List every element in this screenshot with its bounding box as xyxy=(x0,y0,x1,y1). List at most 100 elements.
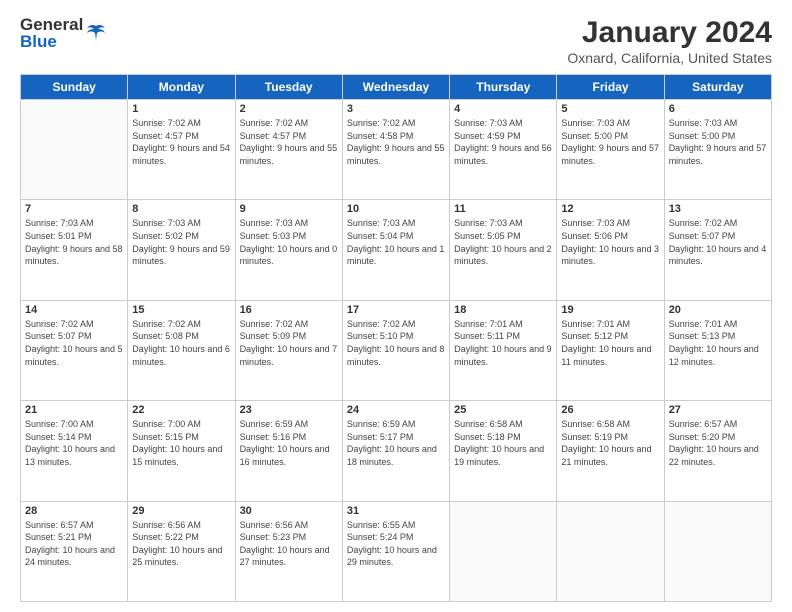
calendar-cell: 22 Sunrise: 7:00 AMSunset: 5:15 PMDayligh… xyxy=(128,401,235,501)
calendar-subtitle: Oxnard, California, United States xyxy=(567,50,772,66)
cell-info: Sunrise: 7:02 AMSunset: 4:58 PMDaylight:… xyxy=(347,117,445,167)
calendar-cell: 19Sunrise: 7:01 AMSunset: 5:12 PMDayligh… xyxy=(557,300,664,400)
calendar-cell xyxy=(21,100,128,200)
day-number: 24 xyxy=(347,404,445,416)
calendar-cell: 31 Sunrise: 6:55 AMSunset: 5:24 PMDayligh… xyxy=(342,501,449,601)
week-row-2: 14Sunrise: 7:02 AMSunset: 5:07 PMDayligh… xyxy=(21,300,772,400)
calendar-cell: 26Sunrise: 6:58 AMSunset: 5:19 PMDayligh… xyxy=(557,401,664,501)
header-saturday: Saturday xyxy=(664,75,771,100)
calendar-cell xyxy=(557,501,664,601)
day-number: 17 xyxy=(347,304,445,316)
day-number: 14 xyxy=(25,304,123,316)
week-row-4: 28 Sunrise: 6:57 AMSunset: 5:21 PMDayligh… xyxy=(21,501,772,601)
weekday-header-row: Sunday Monday Tuesday Wednesday Thursday… xyxy=(21,75,772,100)
calendar-cell: 2 Sunrise: 7:02 AMSunset: 4:57 PMDaylight… xyxy=(235,100,342,200)
calendar-cell: 21Sunrise: 7:00 AMSunset: 5:14 PMDayligh… xyxy=(21,401,128,501)
cell-info: Sunrise: 7:03 AMSunset: 4:59 PMDaylight:… xyxy=(454,117,552,167)
cell-info: Sunrise: 6:56 AMSunset: 5:23 PMDaylight:… xyxy=(240,519,338,569)
calendar-cell: 10 Sunrise: 7:03 AMSunset: 5:04 PMDayligh… xyxy=(342,200,449,300)
cell-info: Sunrise: 7:00 AMSunset: 5:15 PMDaylight:… xyxy=(132,418,230,468)
day-number: 4 xyxy=(454,103,552,115)
cell-info: Sunrise: 7:03 AMSunset: 5:03 PMDaylight:… xyxy=(240,217,338,267)
cell-info: Sunrise: 6:55 AMSunset: 5:24 PMDaylight:… xyxy=(347,519,445,569)
calendar-cell: 30 Sunrise: 6:56 AMSunset: 5:23 PMDayligh… xyxy=(235,501,342,601)
calendar-cell xyxy=(450,501,557,601)
cell-info: Sunrise: 6:57 AMSunset: 5:20 PMDaylight:… xyxy=(669,418,767,468)
header-friday: Friday xyxy=(557,75,664,100)
day-number: 2 xyxy=(240,103,338,115)
day-number: 1 xyxy=(132,103,230,115)
day-number: 6 xyxy=(669,103,767,115)
calendar-cell: 5 Sunrise: 7:03 AMSunset: 5:00 PMDaylight… xyxy=(557,100,664,200)
day-number: 16 xyxy=(240,304,338,316)
cell-info: Sunrise: 6:58 AMSunset: 5:18 PMDaylight:… xyxy=(454,418,552,468)
day-number: 13 xyxy=(669,203,767,215)
cell-info: Sunrise: 7:03 AMSunset: 5:00 PMDaylight:… xyxy=(561,117,659,167)
calendar-cell: 23Sunrise: 6:59 AMSunset: 5:16 PMDayligh… xyxy=(235,401,342,501)
cell-info: Sunrise: 6:56 AMSunset: 5:22 PMDaylight:… xyxy=(132,519,230,569)
cell-info: Sunrise: 6:59 AMSunset: 5:17 PMDaylight:… xyxy=(347,418,445,468)
week-row-0: 1 Sunrise: 7:02 AMSunset: 4:57 PMDaylight… xyxy=(21,100,772,200)
calendar-cell: 17Sunrise: 7:02 AMSunset: 5:10 PMDayligh… xyxy=(342,300,449,400)
logo: General Blue xyxy=(20,16,107,50)
week-row-3: 21Sunrise: 7:00 AMSunset: 5:14 PMDayligh… xyxy=(21,401,772,501)
calendar-cell: 6Sunrise: 7:03 AMSunset: 5:00 PMDaylight… xyxy=(664,100,771,200)
logo-bird-icon xyxy=(85,22,107,44)
cell-info: Sunrise: 7:01 AMSunset: 5:13 PMDaylight:… xyxy=(669,318,767,368)
cell-info: Sunrise: 6:59 AMSunset: 5:16 PMDaylight:… xyxy=(240,418,338,468)
day-number: 18 xyxy=(454,304,552,316)
calendar-title: January 2024 xyxy=(567,16,772,50)
logo-general: General xyxy=(20,16,83,33)
day-number: 9 xyxy=(240,203,338,215)
day-number: 20 xyxy=(669,304,767,316)
day-number: 7 xyxy=(25,203,123,215)
logo-blue: Blue xyxy=(20,33,83,50)
header-wednesday: Wednesday xyxy=(342,75,449,100)
day-number: 31 xyxy=(347,505,445,517)
cell-info: Sunrise: 7:00 AMSunset: 5:14 PMDaylight:… xyxy=(25,418,123,468)
day-number: 26 xyxy=(561,404,659,416)
calendar-cell: 15Sunrise: 7:02 AMSunset: 5:08 PMDayligh… xyxy=(128,300,235,400)
calendar-cell: 4 Sunrise: 7:03 AMSunset: 4:59 PMDaylight… xyxy=(450,100,557,200)
calendar-cell: 3Sunrise: 7:02 AMSunset: 4:58 PMDaylight… xyxy=(342,100,449,200)
calendar-cell: 24 Sunrise: 6:59 AMSunset: 5:17 PMDayligh… xyxy=(342,401,449,501)
week-row-1: 7Sunrise: 7:03 AMSunset: 5:01 PMDaylight… xyxy=(21,200,772,300)
calendar-cell: 11Sunrise: 7:03 AMSunset: 5:05 PMDayligh… xyxy=(450,200,557,300)
calendar-cell: 16Sunrise: 7:02 AMSunset: 5:09 PMDayligh… xyxy=(235,300,342,400)
calendar-cell: 9 Sunrise: 7:03 AMSunset: 5:03 PMDaylight… xyxy=(235,200,342,300)
title-block: January 2024 Oxnard, California, United … xyxy=(567,16,772,66)
calendar-cell: 28 Sunrise: 6:57 AMSunset: 5:21 PMDayligh… xyxy=(21,501,128,601)
cell-info: Sunrise: 6:57 AMSunset: 5:21 PMDaylight:… xyxy=(25,519,123,569)
day-number: 22 xyxy=(132,404,230,416)
calendar-cell: 27 Sunrise: 6:57 AMSunset: 5:20 PMDayligh… xyxy=(664,401,771,501)
cell-info: Sunrise: 7:03 AMSunset: 5:02 PMDaylight:… xyxy=(132,217,230,267)
day-number: 15 xyxy=(132,304,230,316)
cell-info: Sunrise: 7:02 AMSunset: 4:57 PMDaylight:… xyxy=(132,117,230,167)
day-number: 5 xyxy=(561,103,659,115)
cell-info: Sunrise: 7:03 AMSunset: 5:06 PMDaylight:… xyxy=(561,217,659,267)
header-tuesday: Tuesday xyxy=(235,75,342,100)
cell-info: Sunrise: 7:02 AMSunset: 4:57 PMDaylight:… xyxy=(240,117,338,167)
day-number: 25 xyxy=(454,404,552,416)
day-number: 10 xyxy=(347,203,445,215)
calendar-cell: 13 Sunrise: 7:02 AMSunset: 5:07 PMDayligh… xyxy=(664,200,771,300)
calendar-cell xyxy=(664,501,771,601)
page: General Blue January 2024 Oxnard, Califo… xyxy=(0,0,792,612)
cell-info: Sunrise: 7:02 AMSunset: 5:07 PMDaylight:… xyxy=(669,217,767,267)
cell-info: Sunrise: 7:03 AMSunset: 5:05 PMDaylight:… xyxy=(454,217,552,267)
calendar-cell: 1 Sunrise: 7:02 AMSunset: 4:57 PMDaylight… xyxy=(128,100,235,200)
day-number: 30 xyxy=(240,505,338,517)
day-number: 28 xyxy=(25,505,123,517)
cell-info: Sunrise: 7:03 AMSunset: 5:04 PMDaylight:… xyxy=(347,217,445,267)
calendar-cell: 12 Sunrise: 7:03 AMSunset: 5:06 PMDayligh… xyxy=(557,200,664,300)
day-number: 12 xyxy=(561,203,659,215)
calendar-table: Sunday Monday Tuesday Wednesday Thursday… xyxy=(20,74,772,602)
calendar-cell: 20 Sunrise: 7:01 AMSunset: 5:13 PMDayligh… xyxy=(664,300,771,400)
day-number: 27 xyxy=(669,404,767,416)
calendar-cell: 29Sunrise: 6:56 AMSunset: 5:22 PMDayligh… xyxy=(128,501,235,601)
calendar-cell: 18Sunrise: 7:01 AMSunset: 5:11 PMDayligh… xyxy=(450,300,557,400)
cell-info: Sunrise: 7:01 AMSunset: 5:12 PMDaylight:… xyxy=(561,318,659,368)
header-monday: Monday xyxy=(128,75,235,100)
calendar-cell: 14Sunrise: 7:02 AMSunset: 5:07 PMDayligh… xyxy=(21,300,128,400)
header: General Blue January 2024 Oxnard, Califo… xyxy=(20,16,772,66)
